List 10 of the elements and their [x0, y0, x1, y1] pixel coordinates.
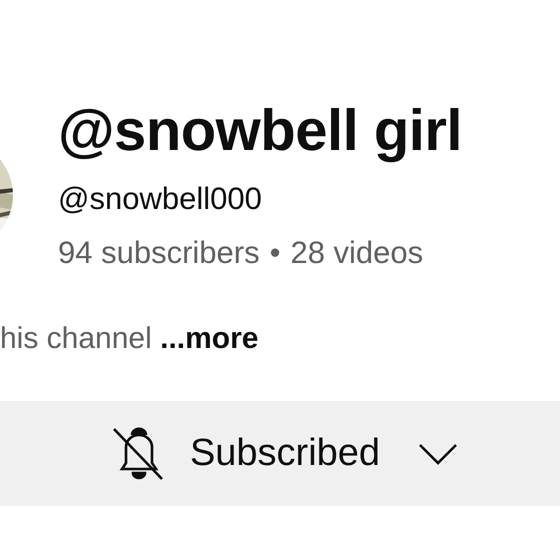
channel-handle: @snowbell000 — [58, 180, 263, 218]
more-link[interactable]: ...more — [160, 322, 258, 355]
subscribed-button[interactable]: Subscribed — [0, 401, 560, 506]
subscriber-count: 94 subscribers — [58, 234, 260, 272]
video-count: 28 videos — [290, 234, 424, 272]
chevron-down-icon — [418, 442, 458, 464]
separator-dot: • — [270, 234, 280, 272]
channel-name: @snowbell girl — [58, 97, 462, 165]
bell-off-icon — [112, 424, 166, 482]
channel-description: his channel ...more — [0, 321, 260, 357]
